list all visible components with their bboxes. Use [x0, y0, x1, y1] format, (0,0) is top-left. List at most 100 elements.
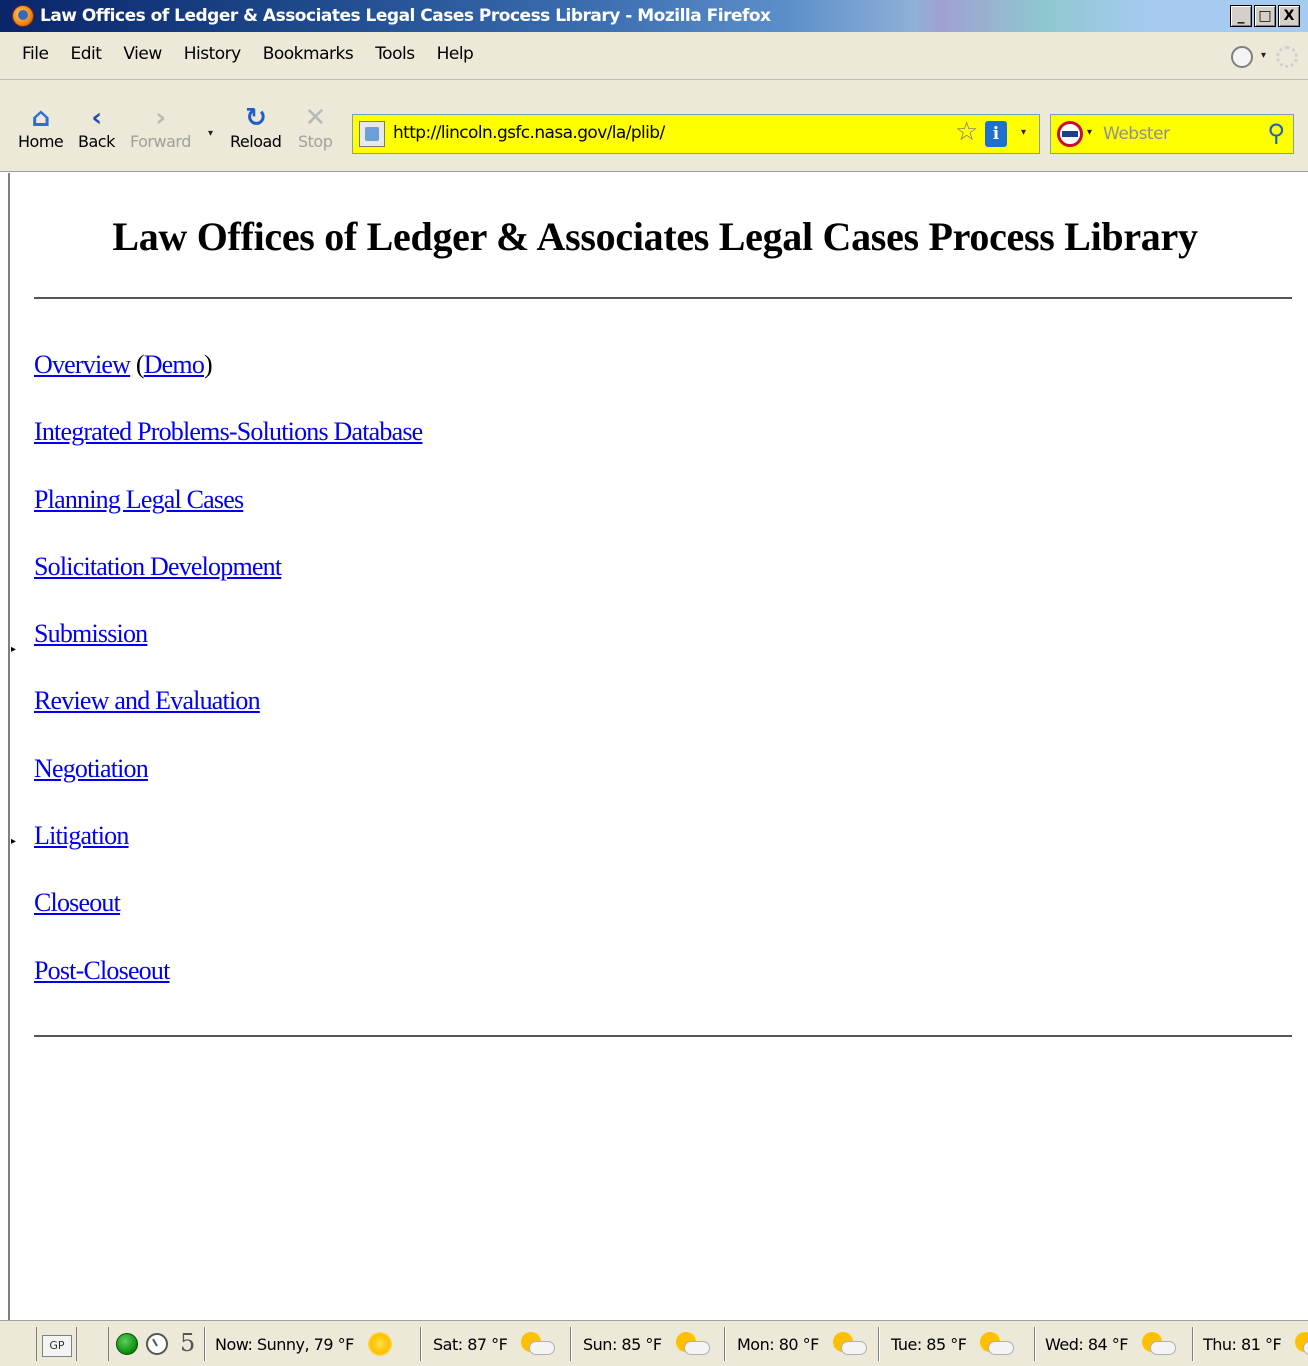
negotiation-link[interactable]: Negotiation — [34, 754, 149, 783]
minimize-button[interactable]: _ — [1230, 5, 1252, 27]
forecast-item[interactable]: Tue: 85 °F — [878, 1327, 1032, 1361]
partly-cloudy-icon — [831, 1332, 867, 1356]
chevron-down-icon[interactable]: ▾ — [1261, 50, 1266, 61]
partly-cloudy-icon — [978, 1332, 1015, 1356]
expand-arrow-icon[interactable]: ▸ — [11, 836, 16, 847]
url-text[interactable]: http://lincoln.gsfc.nasa.gov/la/plib/ — [393, 123, 665, 143]
forward-button[interactable]: › Forward — [130, 104, 191, 151]
list-item: Planning Legal Cases — [34, 480, 422, 547]
profile-icon[interactable] — [1231, 46, 1253, 68]
count-badge[interactable]: 5 — [180, 1329, 195, 1357]
forecast-label: Wed: 84 °F — [1045, 1334, 1129, 1354]
list-item: Overview (Demo) — [34, 345, 422, 412]
demo-link[interactable]: Demo — [144, 350, 205, 379]
sun-icon — [367, 1332, 392, 1356]
search-bar[interactable]: ▾ ⚲ — [1050, 114, 1294, 154]
back-arrow-icon: ‹ — [91, 103, 102, 133]
weather-now[interactable]: Now: Sunny, 79 °F — [204, 1327, 416, 1361]
list-item: Submission — [34, 614, 422, 681]
forecast-label: Tue: 85 °F — [891, 1334, 967, 1354]
partly-cloudy-icon — [1140, 1332, 1177, 1356]
menu-history[interactable]: History — [173, 44, 252, 64]
gp-icon[interactable]: GP — [42, 1335, 72, 1357]
list-item: Review and Evaluation — [34, 681, 422, 748]
status-divider — [76, 1327, 77, 1361]
integrated-problems-solutions-database-link[interactable]: Integrated Problems-Solutions Database — [34, 417, 423, 446]
list-item: Litigation — [34, 816, 422, 883]
menu-view[interactable]: View — [112, 44, 172, 64]
partly-cloudy-icon — [1293, 1332, 1308, 1356]
list-item: Closeout — [34, 883, 422, 950]
stop-label: Stop — [298, 132, 333, 151]
status-green-icon[interactable] — [116, 1333, 138, 1355]
window-title-bar[interactable]: Law Offices of Ledger & Associates Legal… — [0, 0, 1308, 32]
status-divider — [36, 1327, 37, 1361]
maximize-button[interactable]: □ — [1254, 5, 1276, 27]
forecast-label: Sun: 85 °F — [583, 1334, 662, 1354]
paren-close: ) — [204, 350, 213, 379]
page-title: Law Offices of Ledger & Associates Legal… — [112, 214, 1198, 259]
post-closeout-link[interactable]: Post-Closeout — [34, 956, 170, 985]
menu-file[interactable]: File — [12, 44, 59, 64]
forward-arrow-icon: › — [155, 103, 166, 133]
menu-help[interactable]: Help — [426, 44, 485, 64]
list-item: Post-Closeout — [34, 951, 422, 1018]
home-label: Home — [18, 132, 64, 151]
planning-legal-cases-link[interactable]: Planning Legal Cases — [34, 485, 244, 514]
closeout-link[interactable]: Closeout — [34, 888, 121, 917]
search-icon[interactable]: ⚲ — [1267, 119, 1285, 147]
horizontal-rule — [34, 1035, 1292, 1037]
page-content: Law Offices of Ledger & Associates Legal… — [8, 173, 1308, 1320]
overview-link[interactable]: Overview — [34, 350, 131, 379]
forward-label: Forward — [130, 132, 191, 151]
expand-arrow-icon[interactable]: ▸ — [11, 644, 16, 655]
chevron-down-icon[interactable]: ▾ — [1087, 127, 1092, 138]
throbber-icon — [1276, 46, 1298, 68]
forecast-label: Sat: 87 °F — [433, 1334, 508, 1354]
menu-edit[interactable]: Edit — [59, 44, 112, 64]
menu-bookmarks[interactable]: Bookmarks — [252, 44, 364, 64]
reload-button[interactable]: ↻ Reload — [230, 103, 282, 151]
stop-button[interactable]: ✕ Stop — [298, 103, 333, 151]
forecast-item[interactable]: Wed: 84 °F — [1034, 1327, 1190, 1361]
reload-label: Reload — [230, 132, 282, 151]
paren-open: ( — [135, 350, 145, 379]
search-input[interactable] — [1103, 119, 1253, 149]
stop-icon: ✕ — [304, 103, 327, 133]
partly-cloudy-icon — [519, 1332, 556, 1356]
bookmark-star-icon[interactable]: ☆ — [955, 117, 978, 147]
site-icon — [359, 121, 385, 147]
history-dropdown-icon[interactable]: ▾ — [208, 128, 213, 139]
solicitation-development-link[interactable]: Solicitation Development — [34, 552, 282, 581]
partly-cloudy-icon — [674, 1332, 710, 1356]
close-button[interactable]: X — [1278, 5, 1300, 27]
forecast-item[interactable]: Sat: 87 °F — [420, 1327, 568, 1361]
info-icon[interactable]: i — [985, 121, 1007, 147]
menu-tools[interactable]: Tools — [364, 44, 425, 64]
review-and-evaluation-link[interactable]: Review and Evaluation — [34, 686, 261, 715]
forecast-label: Thu: 81 °F — [1203, 1334, 1282, 1354]
forecast-label: Mon: 80 °F — [737, 1334, 819, 1354]
navigation-toolbar: ⌂ Home ‹ Back › Forward ▾ ↻ Reload ✕ Sto… — [0, 80, 1308, 172]
forecast-item[interactable]: Thu: 81 °F — [1192, 1327, 1308, 1361]
firefox-icon[interactable] — [12, 5, 34, 27]
back-button[interactable]: ‹ Back — [78, 104, 115, 151]
litigation-link[interactable]: Litigation — [34, 821, 129, 850]
address-bar[interactable]: http://lincoln.gsfc.nasa.gov/la/plib/ ☆ … — [352, 114, 1040, 154]
status-divider — [108, 1327, 109, 1361]
url-dropdown-icon[interactable]: ▾ — [1021, 127, 1026, 138]
reload-icon: ↻ — [245, 103, 267, 133]
back-label: Back — [78, 132, 115, 151]
list-item: Negotiation — [34, 749, 422, 816]
clock-icon[interactable] — [146, 1333, 168, 1355]
link-list: Overview (Demo) Integrated Problems-Solu… — [34, 345, 423, 1018]
forecast-item[interactable]: Mon: 80 °F — [724, 1327, 878, 1361]
status-bar: GP 5 Now: Sunny, 79 °F Sat: 87 °F Sun: 8… — [0, 1320, 1308, 1366]
search-engine-icon[interactable] — [1057, 121, 1083, 147]
weather-now-label: Now: Sunny, 79 °F — [215, 1334, 354, 1354]
home-button[interactable]: ⌂ Home — [18, 104, 64, 151]
forecast-item[interactable]: Sun: 85 °F — [570, 1327, 724, 1361]
sidebar-splitter[interactable]: ▸ ▸ — [8, 630, 16, 860]
horizontal-rule — [34, 297, 1292, 299]
submission-link[interactable]: Submission — [34, 619, 148, 648]
